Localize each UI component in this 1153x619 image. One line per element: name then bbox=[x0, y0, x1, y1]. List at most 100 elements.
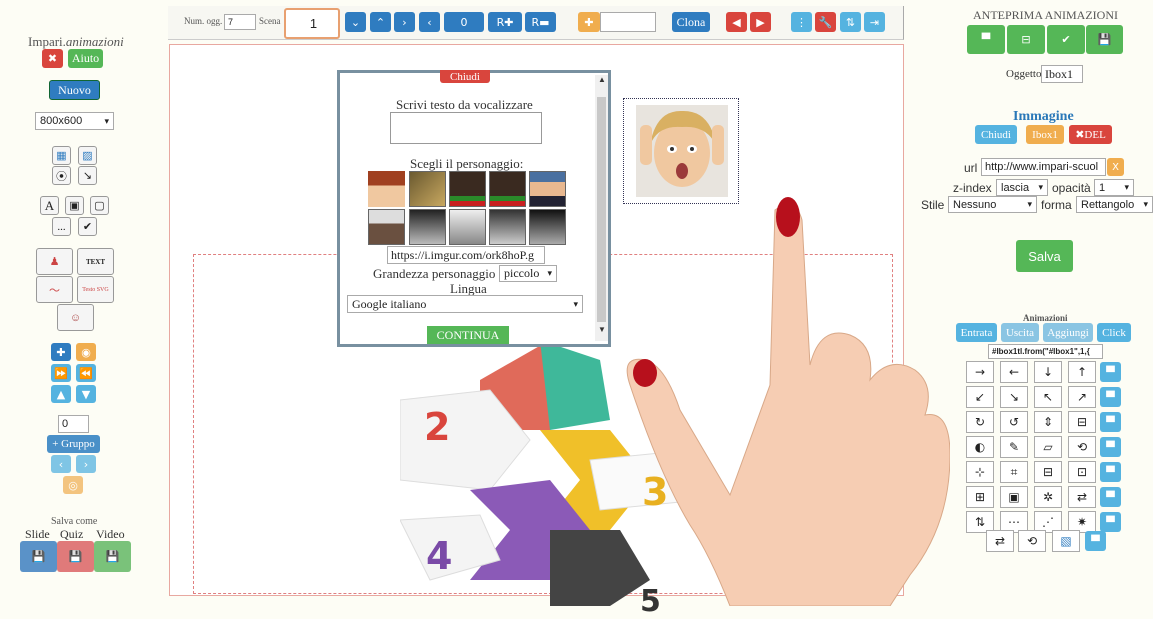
anim-effect-0-1[interactable]: ← bbox=[1000, 361, 1028, 383]
anim-effect-4-0[interactable]: ⊹ bbox=[966, 461, 994, 483]
add-group-button[interactable]: + Gruppo bbox=[47, 435, 100, 453]
add-field[interactable] bbox=[600, 12, 656, 32]
anim-effect-1-3[interactable]: ↗ bbox=[1068, 386, 1096, 408]
group-prev-button[interactable]: ‹ bbox=[51, 455, 71, 473]
help-button[interactable]: Aiuto bbox=[68, 49, 103, 68]
anim-effect-2-1[interactable]: ↺ bbox=[1000, 411, 1028, 433]
save-button[interactable]: Salva bbox=[1016, 240, 1073, 272]
move-up-button[interactable]: ▲ bbox=[51, 385, 71, 403]
resolution-select[interactable]: 800x600 bbox=[35, 112, 114, 130]
background-color-tool[interactable]: ▦ bbox=[52, 146, 71, 165]
image-tool-icon[interactable]: ▣ bbox=[65, 196, 84, 215]
anim-effect-0-3[interactable]: ↑ bbox=[1068, 361, 1096, 383]
wrench-icon[interactable]: 🔧 bbox=[815, 12, 836, 32]
anim-row-save-button-5[interactable]: ▀ bbox=[1100, 487, 1121, 507]
anim-effect-2-0[interactable]: ↻ bbox=[966, 411, 994, 433]
dialog-close-button[interactable]: Chiudi bbox=[440, 70, 490, 83]
avatar-man-sketch[interactable] bbox=[489, 209, 526, 245]
anim-tab-aggiungi[interactable]: Aggiungi bbox=[1043, 323, 1093, 342]
text-tool[interactable]: A bbox=[40, 196, 59, 215]
anim-effect-5-0[interactable]: ⊞ bbox=[966, 486, 994, 508]
anim-effect-2-2[interactable]: ⇕ bbox=[1034, 411, 1062, 433]
avatar-dog-1[interactable] bbox=[449, 171, 486, 207]
record-tool-icon[interactable]: ⦿ bbox=[52, 166, 71, 185]
arrow-left-button[interactable]: ◀ bbox=[726, 12, 747, 32]
arrow-right-button[interactable]: ▶ bbox=[750, 12, 771, 32]
anim-effect-3-0[interactable]: ◐ bbox=[966, 436, 994, 458]
anim-row-save-button-0[interactable]: ▀ bbox=[1100, 362, 1121, 382]
delete-button[interactable]: ✖DEL bbox=[1069, 125, 1112, 144]
anim-extra-save-button[interactable]: ▀ bbox=[1085, 531, 1106, 551]
rewind-button[interactable]: ⏪ bbox=[76, 364, 96, 382]
svg-text-tool[interactable]: Testo SVG bbox=[77, 276, 114, 303]
r-plus-button[interactable]: R✚ bbox=[488, 12, 522, 32]
anim-effect-1-0[interactable]: ↙ bbox=[966, 386, 994, 408]
anim-effect-4-3[interactable]: ⊡ bbox=[1068, 461, 1096, 483]
avatar-woman-sketch[interactable] bbox=[449, 209, 486, 245]
anim-effect-0-0[interactable]: → bbox=[966, 361, 994, 383]
background-image-tool[interactable]: ▨ bbox=[78, 146, 97, 165]
close-app-button[interactable]: ✖ bbox=[42, 49, 63, 68]
zoom-in-button[interactable]: ✚ bbox=[51, 343, 71, 361]
save-slide-button[interactable]: 💾 bbox=[20, 541, 57, 572]
group-number-field[interactable]: 0 bbox=[58, 415, 89, 433]
draw-tool-icon[interactable]: 〜 bbox=[36, 276, 73, 303]
avatar-trump[interactable] bbox=[529, 171, 566, 207]
next-button[interactable]: › bbox=[394, 12, 415, 32]
anim-row-save-button-3[interactable]: ▀ bbox=[1100, 437, 1121, 457]
prev-button[interactable]: ‹ bbox=[419, 12, 440, 32]
save-video-button[interactable]: 💾 bbox=[94, 541, 131, 572]
ibox-button[interactable]: Ibox1 bbox=[1026, 125, 1064, 144]
speak-textarea[interactable] bbox=[390, 112, 542, 144]
anim-effect-5-1[interactable]: ▣ bbox=[1000, 486, 1028, 508]
sort-icon[interactable]: ⇅ bbox=[840, 12, 861, 32]
num-objects-field[interactable]: 7 bbox=[224, 14, 256, 30]
anim-row-save-button-1[interactable]: ▀ bbox=[1100, 387, 1121, 407]
anim-effect-1-2[interactable]: ↖ bbox=[1034, 386, 1062, 408]
text-insert-tool[interactable]: TEXT bbox=[77, 248, 114, 275]
anim-tab-entrata[interactable]: Entrata bbox=[956, 323, 997, 342]
preview-button-2[interactable]: ⊟ bbox=[1007, 25, 1045, 54]
avatar-dog-2[interactable] bbox=[489, 171, 526, 207]
line-tool-icon[interactable]: ↘ bbox=[78, 166, 97, 185]
anim-image-icon[interactable]: ▧ bbox=[1052, 530, 1080, 552]
anim-extra-1[interactable]: ⟲ bbox=[1018, 530, 1046, 552]
anim-code-field[interactable]: #Ibox1tl.from("#Ibox1",1,{ bbox=[988, 344, 1103, 359]
anim-effect-1-1[interactable]: ↘ bbox=[1000, 386, 1028, 408]
url-field[interactable]: http://www.impari-scuol bbox=[981, 158, 1106, 176]
language-select[interactable]: Google italiano bbox=[347, 295, 583, 313]
chevron-down-button[interactable]: ⌄ bbox=[345, 12, 366, 32]
new-button[interactable]: Nuovo bbox=[49, 80, 100, 100]
preview-check-button[interactable]: ✔ bbox=[1047, 25, 1085, 54]
anim-tab-click[interactable]: Click bbox=[1097, 323, 1131, 342]
group-next-button[interactable]: › bbox=[76, 455, 96, 473]
avatar-woman-dark[interactable] bbox=[529, 209, 566, 245]
anim-row-save-button-2[interactable]: ▀ bbox=[1100, 412, 1121, 432]
exit-icon[interactable]: ⇥ bbox=[864, 12, 885, 32]
avatar-woman-bw[interactable] bbox=[409, 209, 446, 245]
more-tool[interactable]: ... bbox=[52, 217, 71, 236]
clone-button[interactable]: Clona bbox=[672, 12, 710, 32]
shape-select[interactable]: Rettangolo bbox=[1076, 196, 1153, 213]
preview-save-button[interactable]: 💾 bbox=[1086, 25, 1123, 54]
avatar-washington[interactable] bbox=[368, 209, 405, 245]
chevron-up-button[interactable]: ⌃ bbox=[370, 12, 391, 32]
character-url-field[interactable]: https://i.imgur.com/ork8hoP.g bbox=[387, 246, 545, 264]
url-clear-button[interactable]: X bbox=[1107, 158, 1124, 176]
opacity-select[interactable]: 1 bbox=[1094, 179, 1134, 196]
group-target-button[interactable]: ◎ bbox=[63, 476, 83, 494]
anim-effect-5-3[interactable]: ⇄ bbox=[1068, 486, 1096, 508]
continue-button[interactable]: CONTINUA bbox=[427, 326, 509, 344]
preview-button-1[interactable]: ▀ bbox=[967, 25, 1005, 54]
frame-counter[interactable]: 0 bbox=[444, 12, 484, 32]
anim-effect-2-3[interactable]: ⊟ bbox=[1068, 411, 1096, 433]
check-tool-icon[interactable]: ✔ bbox=[78, 217, 97, 236]
avatar-cartoon-girl[interactable] bbox=[368, 171, 405, 207]
character-tool-icon[interactable]: ♟ bbox=[36, 248, 73, 275]
forward-button[interactable]: ⏩ bbox=[51, 364, 71, 382]
anim-extra-0[interactable]: ⇄ bbox=[986, 530, 1014, 552]
dialog-scrollbar[interactable]: ▲ ▼ bbox=[595, 75, 608, 341]
anim-effect-4-1[interactable]: ⌗ bbox=[1000, 461, 1028, 483]
character-size-select[interactable]: piccolo bbox=[499, 265, 557, 282]
r-minus-button[interactable]: R▬ bbox=[525, 12, 556, 32]
